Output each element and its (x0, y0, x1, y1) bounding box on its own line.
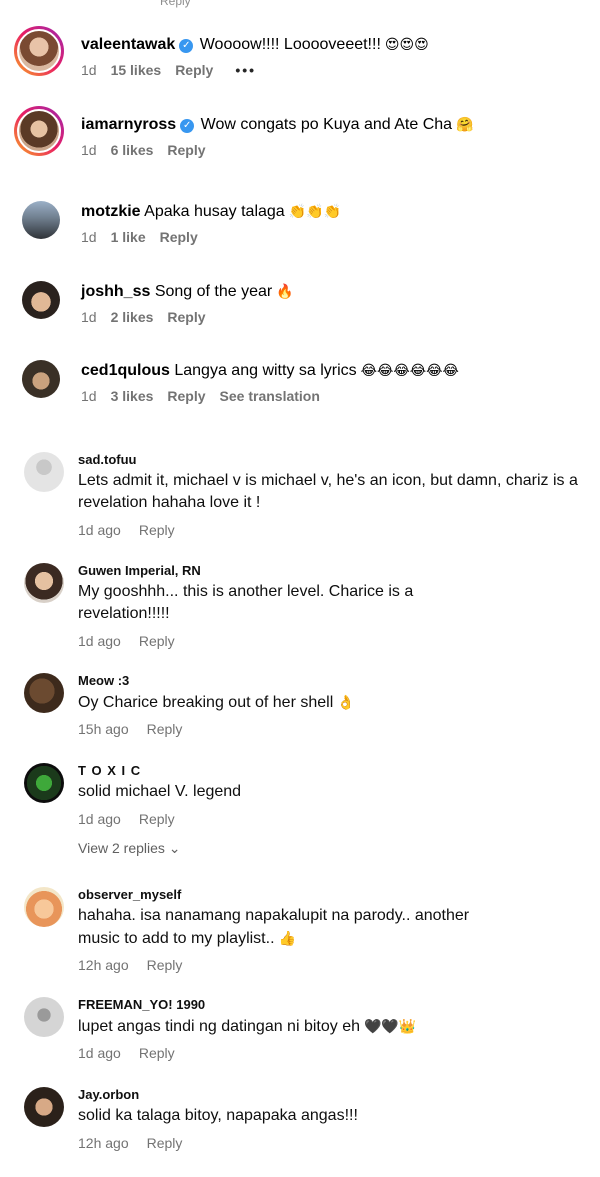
username[interactable]: valeentawak (81, 36, 175, 53)
avatar[interactable] (22, 201, 60, 239)
likes-count[interactable]: 1 like (111, 229, 146, 245)
more-options-icon[interactable]: ••• (235, 62, 256, 78)
comment-age: 1d (81, 229, 97, 245)
reply-button[interactable]: Reply (147, 1135, 183, 1151)
comment-text: Woooow!!!! Looooveeet!!! (199, 36, 381, 53)
comment-text: Apaka husay talaga (144, 203, 285, 220)
avatar[interactable] (24, 1087, 64, 1127)
emoji: 🤗 (456, 116, 474, 132)
view-replies-button[interactable]: View 2 replies ⌄ (78, 840, 181, 857)
avatar[interactable] (24, 763, 64, 803)
comment-text: solid michael V. legend (78, 783, 242, 800)
reply-button[interactable]: Reply (139, 1045, 175, 1061)
username[interactable]: observer_myself (78, 887, 181, 902)
comment-age: 1d ago (78, 811, 121, 827)
emoji: 👌 (337, 694, 355, 710)
username[interactable]: iamarnyross (81, 116, 176, 133)
comment-age: 12h ago (78, 957, 129, 973)
avatar[interactable] (24, 563, 64, 603)
reply-button[interactable]: Reply (167, 388, 205, 404)
comment-text: hahaha. isa nanamang napakalupit na paro… (78, 907, 470, 947)
comment-age: 1d ago (78, 1045, 121, 1061)
avatar[interactable] (24, 887, 64, 927)
emoji: 👍 (278, 930, 296, 946)
comment-age: 1d ago (78, 522, 121, 538)
comment-text: Oy Charice breaking out of her shell 👌 (78, 691, 578, 714)
comment-age: 1d (81, 309, 97, 325)
likes-count[interactable]: 3 likes (111, 388, 154, 404)
username[interactable]: T O X I C (78, 763, 141, 778)
username[interactable]: sad.tofuu (78, 452, 137, 467)
emoji: 🔥 (276, 283, 294, 299)
avatar[interactable] (24, 673, 64, 713)
reply-button[interactable]: Reply (167, 309, 205, 325)
comment-text: lupet angas tindi ng datingan ni bitoy e… (78, 1015, 578, 1038)
reply-button[interactable]: Reply (147, 721, 183, 737)
emoji: 🖤🖤👑 (364, 1018, 417, 1034)
comment-age: 1d (81, 388, 97, 404)
avatar[interactable] (24, 452, 64, 492)
comment-text: My gooshhh... this is another level. Cha… (78, 583, 414, 622)
username[interactable]: ced1qulous (81, 362, 170, 379)
reply-button[interactable]: Reply (175, 62, 213, 78)
comment-age: 1d (81, 62, 97, 78)
see-translation-link[interactable]: See translation (220, 388, 320, 404)
likes-count[interactable]: 6 likes (111, 142, 154, 158)
comment-text: solid ka talaga bitoy, napapaka angas!!! (78, 1107, 358, 1124)
avatar[interactable] (14, 106, 64, 156)
cut-off-reply-text: Reply (160, 0, 191, 8)
likes-count[interactable]: 2 likes (111, 309, 154, 325)
comment-age: 12h ago (78, 1135, 129, 1151)
username[interactable]: FREEMAN_YO! 1990 (78, 997, 205, 1012)
username[interactable]: Jay.orbon (78, 1087, 139, 1102)
avatar[interactable] (24, 997, 64, 1037)
reply-button[interactable]: Reply (160, 229, 198, 245)
reply-button[interactable]: Reply (139, 633, 175, 649)
username[interactable]: Guwen Imperial, RN (78, 563, 201, 578)
verified-badge-icon: ✓ (180, 119, 195, 133)
reply-button[interactable]: Reply (139, 811, 175, 827)
emoji: 😍😍😍 (384, 36, 429, 52)
username[interactable]: joshh_ss (81, 283, 150, 300)
emoji: 😂😂😂😂😂😂 (360, 362, 459, 378)
avatar[interactable] (22, 281, 60, 319)
comment-age: 15h ago (78, 721, 129, 737)
username[interactable]: Meow :3 (78, 673, 129, 688)
comment-text: Langya ang witty sa lyrics (174, 362, 357, 379)
avatar[interactable] (14, 26, 64, 76)
likes-count[interactable]: 15 likes (111, 62, 162, 78)
comment-text: Wow congats po Kuya and Ate Cha (200, 116, 453, 133)
reply-button[interactable]: Reply (139, 522, 175, 538)
comment-age: 1d (81, 142, 97, 158)
reply-button[interactable]: Reply (167, 142, 205, 158)
comment-text: Lets admit it, michael v is michael v, h… (78, 472, 578, 511)
reply-button[interactable]: Reply (147, 957, 183, 973)
username[interactable]: motzkie (81, 203, 141, 220)
comment-age: 1d ago (78, 633, 121, 649)
verified-badge-icon: ✓ (179, 39, 194, 53)
avatar[interactable] (22, 360, 60, 398)
emoji: 👏👏👏 (288, 203, 341, 219)
comment-text: Song of the year (154, 283, 273, 300)
